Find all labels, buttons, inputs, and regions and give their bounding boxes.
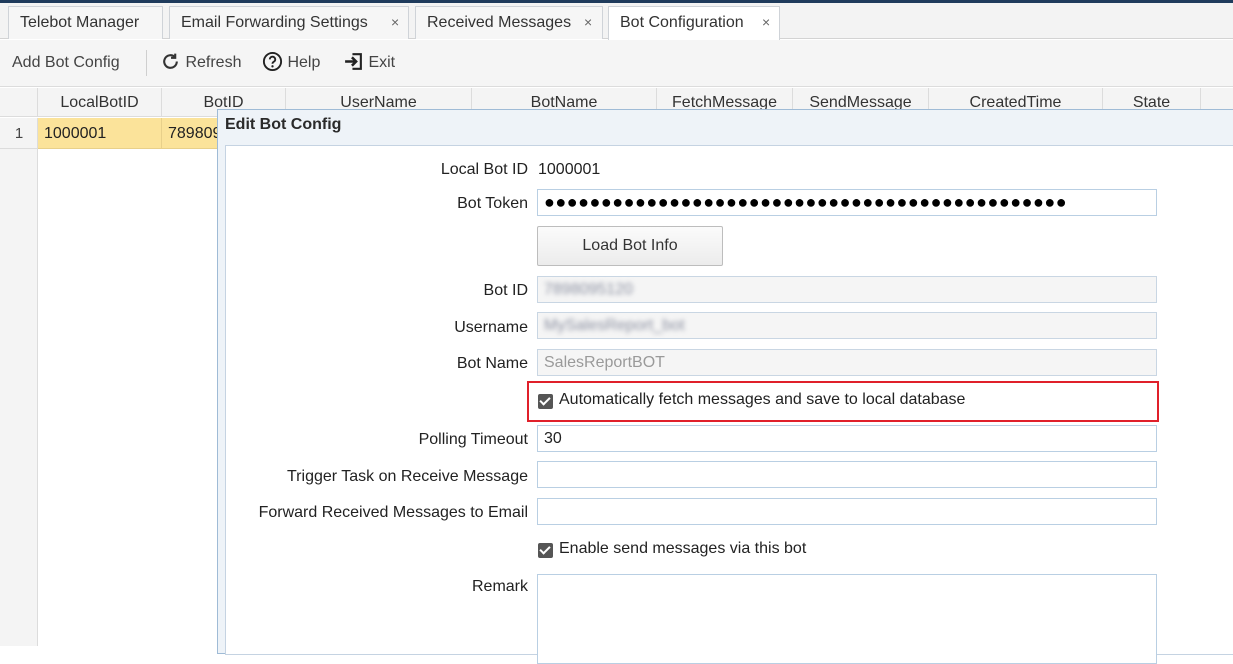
exit-icon [345, 52, 362, 70]
enable-send-label[interactable]: Enable send messages via this bot [559, 540, 806, 558]
bot-token-label: Bot Token [457, 195, 528, 212]
bot-token-input[interactable]: ●●●●●●●●●●●●●●●●●●●●●●●●●●●●●●●●●●●●●●●●… [537, 189, 1157, 216]
tab-label: Telebot Manager [20, 14, 140, 31]
refresh-label: Refresh [185, 54, 242, 71]
remark-textarea[interactable] [537, 574, 1157, 664]
exit-button[interactable]: Exit [343, 40, 395, 86]
help-button[interactable]: Help [262, 40, 320, 86]
enable-send-checkbox[interactable] [538, 543, 553, 558]
add-bot-config-label: Add Bot Config [12, 54, 120, 71]
forward-email-input[interactable] [537, 498, 1157, 525]
tab-label: Received Messages [427, 14, 572, 31]
row-number: 1 [0, 118, 38, 149]
bot-id-field: 7898095120 [537, 276, 1157, 303]
tab-bot-configuration[interactable]: Bot Configuration × [608, 6, 780, 40]
polling-timeout-input[interactable]: 30 [537, 425, 1157, 452]
row-number-column [0, 118, 38, 646]
edit-bot-config-dialog: Edit Bot Config Local Bot ID 1000001 Bot… [217, 109, 1233, 664]
forward-email-label: Forward Received Messages to Email [258, 504, 528, 521]
auto-fetch-label[interactable]: Automatically fetch messages and save to… [559, 391, 965, 409]
cell-localbotid[interactable]: 1000001 [38, 118, 162, 149]
toolbar: Add Bot Config Refresh Help Exit [0, 40, 1233, 87]
username-field: MySalesReport_bot [537, 312, 1157, 339]
username-value: MySalesReport_bot [544, 317, 685, 334]
exit-label: Exit [368, 54, 396, 71]
tab-received-messages[interactable]: Received Messages × [415, 6, 603, 39]
row-number-header [0, 88, 38, 116]
dialog-title: Edit Bot Config [225, 116, 342, 133]
toolbar-separator [146, 50, 147, 76]
bot-name-value: SalesReportBOT [544, 354, 665, 371]
trigger-task-input[interactable] [537, 461, 1157, 488]
tab-bar: Telebot Manager Email Forwarding Setting… [0, 3, 1233, 40]
bot-name-field: SalesReportBOT [537, 349, 1157, 376]
refresh-button[interactable]: Refresh [160, 40, 241, 86]
bot-name-label: Bot Name [456, 355, 528, 372]
tab-label: Email Forwarding Settings [181, 14, 368, 31]
trigger-task-label: Trigger Task on Receive Message [287, 468, 528, 485]
auto-fetch-checkbox[interactable] [538, 394, 553, 409]
close-icon[interactable]: × [762, 7, 770, 38]
remark-label: Remark [471, 578, 528, 595]
bot-token-value: ●●●●●●●●●●●●●●●●●●●●●●●●●●●●●●●●●●●●●●●●… [544, 192, 1068, 212]
tab-telebot-manager[interactable]: Telebot Manager [8, 6, 163, 39]
column-header-localbotid[interactable]: LocalBotID [38, 88, 162, 116]
polling-timeout-value: 30 [544, 430, 562, 447]
help-label: Help [287, 54, 321, 71]
tab-label: Bot Configuration [620, 14, 744, 31]
help-icon [262, 51, 283, 71]
bot-id-value: 7898095120 [544, 281, 633, 298]
load-bot-info-button[interactable]: Load Bot Info [537, 226, 723, 266]
tab-email-forwarding-settings[interactable]: Email Forwarding Settings × [169, 6, 409, 39]
polling-timeout-label: Polling Timeout [418, 431, 528, 448]
close-icon[interactable]: × [391, 7, 399, 38]
username-label: Username [454, 319, 528, 336]
dialog-form: Local Bot ID 1000001 Bot Token ●●●●●●●●●… [225, 145, 1233, 664]
bot-id-label: Bot ID [483, 282, 528, 299]
add-bot-config-button[interactable]: Add Bot Config [12, 40, 120, 86]
local-bot-id-value: 1000001 [538, 161, 601, 178]
close-icon[interactable]: × [584, 7, 592, 38]
local-bot-id-label: Local Bot ID [440, 161, 528, 178]
refresh-icon [163, 53, 178, 69]
